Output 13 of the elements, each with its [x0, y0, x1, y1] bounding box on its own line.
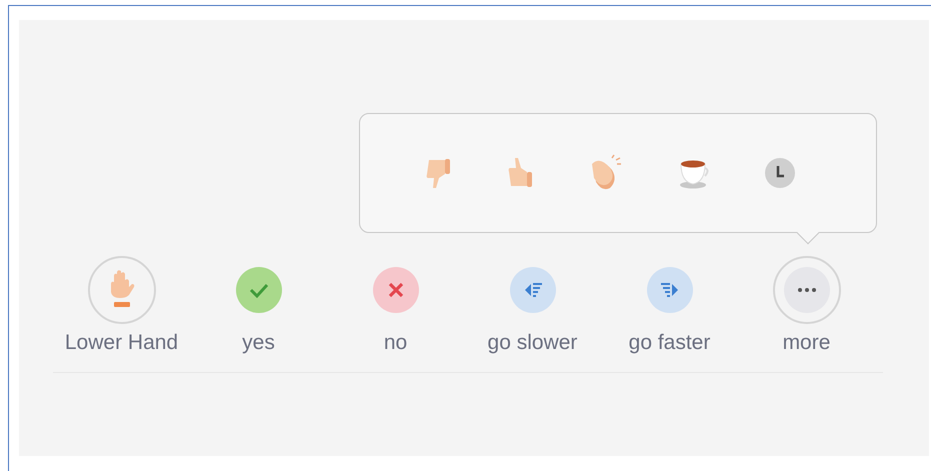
reaction-button[interactable]: yes — [190, 256, 327, 356]
ellipsis-icon — [784, 267, 830, 313]
clock-icon[interactable] — [764, 157, 796, 189]
check-icon — [236, 267, 282, 313]
faster-icon — [646, 267, 692, 313]
slower-icon — [510, 267, 556, 313]
cross-icon — [372, 267, 418, 313]
reaction-button[interactable]: Lower Hand — [53, 256, 190, 356]
reaction-button[interactable]: go slower — [464, 256, 601, 356]
reaction-button[interactable]: go faster — [601, 256, 738, 356]
reaction-button[interactable]: no — [327, 256, 464, 356]
clapping-hands-icon[interactable] — [590, 154, 624, 192]
reaction-button[interactable]: more — [738, 256, 875, 356]
